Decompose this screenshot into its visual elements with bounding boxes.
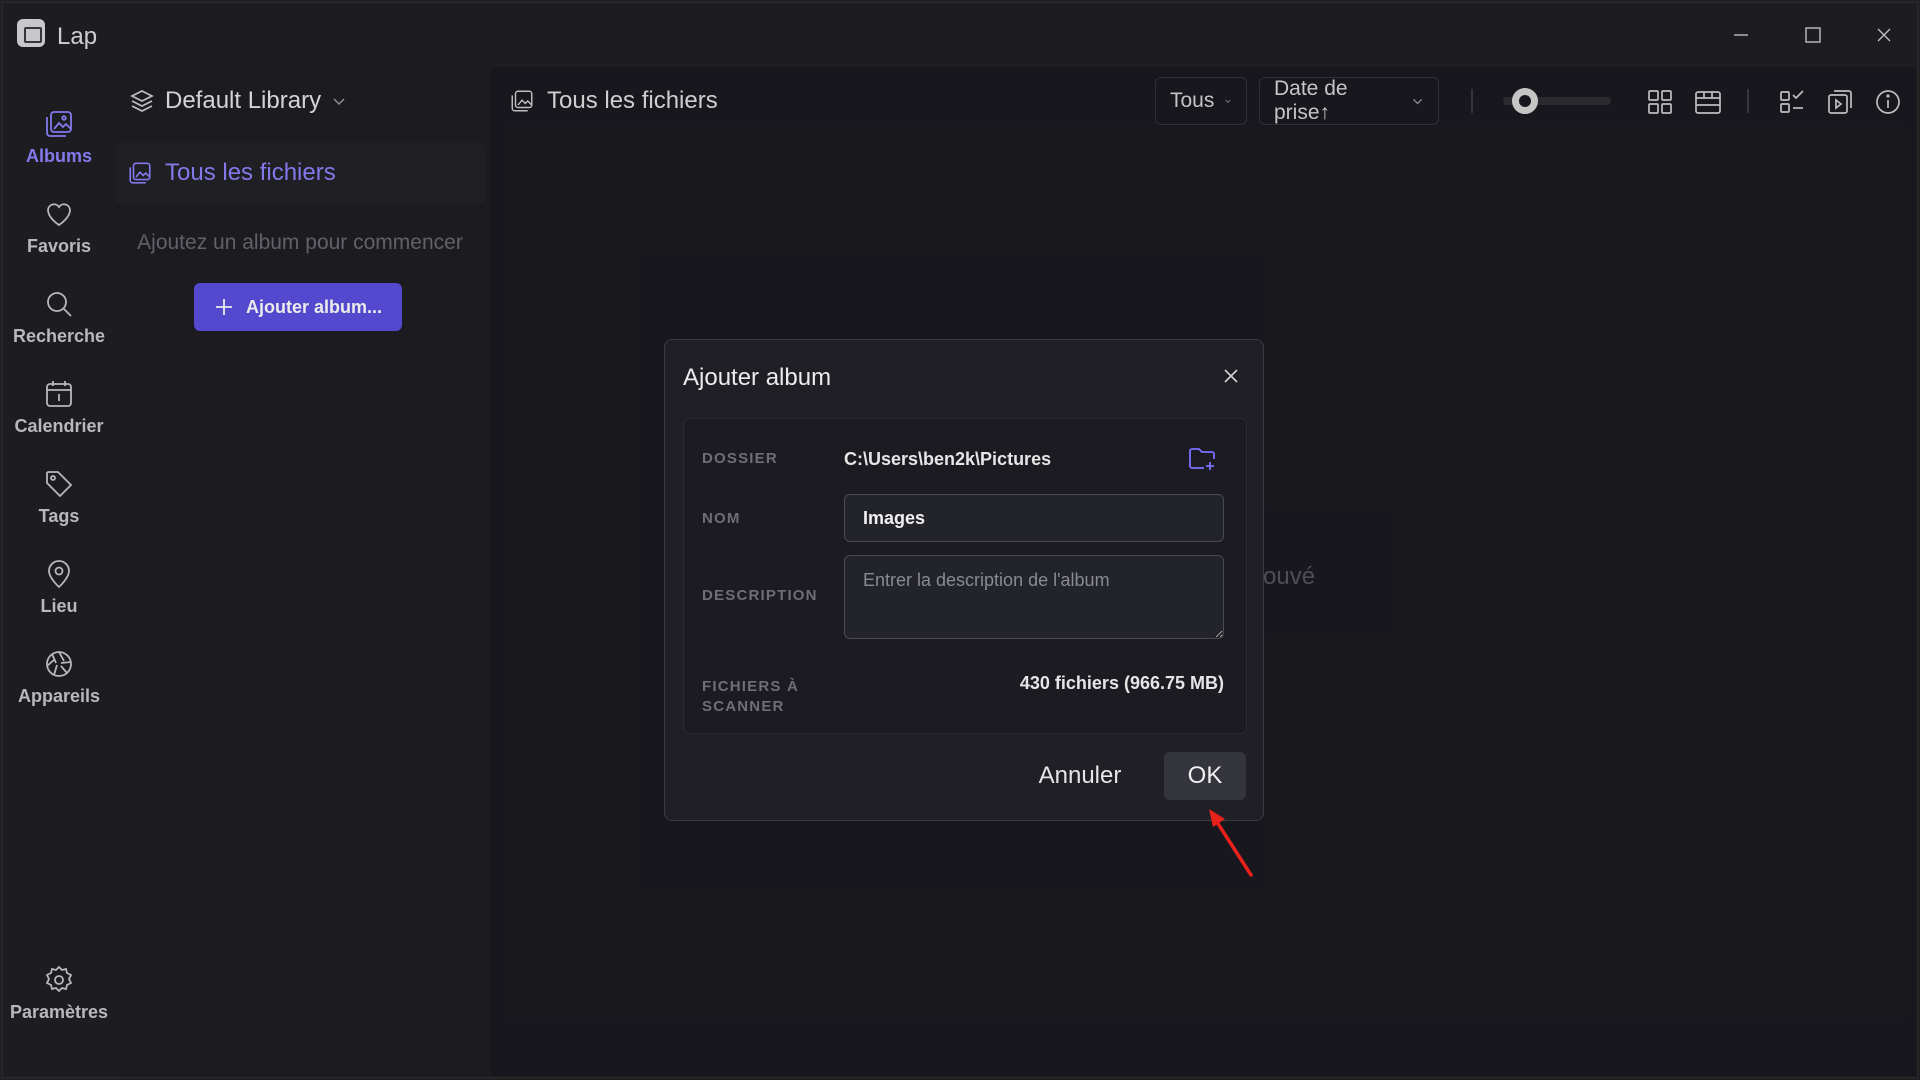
add-album-dialog: Ajouter album DOSSIER C:\Users\ben2k\Pic… bbox=[664, 339, 1264, 821]
description-label: DESCRIPTION bbox=[702, 587, 818, 604]
dialog-title: Ajouter album bbox=[683, 364, 832, 391]
album-description-input[interactable] bbox=[844, 555, 1224, 639]
name-label: NOM bbox=[702, 510, 741, 527]
ok-button[interactable]: OK bbox=[1164, 752, 1246, 800]
album-name-input[interactable] bbox=[844, 494, 1224, 542]
annotation-arrow-icon bbox=[1209, 809, 1253, 877]
dialog-form-panel: DOSSIER C:\Users\ben2k\Pictures NOM DESC… bbox=[683, 418, 1247, 734]
cancel-button[interactable]: Annuler bbox=[1025, 752, 1135, 800]
files-to-scan-label: FICHIERS À SCANNER bbox=[702, 678, 800, 715]
folder-label: DOSSIER bbox=[702, 450, 778, 467]
app-window: Lap Albums Favoris Recherche Calendrier … bbox=[2, 2, 1918, 1078]
folder-path: C:\Users\ben2k\Pictures bbox=[844, 449, 1052, 469]
folder-add-icon[interactable] bbox=[1187, 443, 1217, 473]
files-to-scan-value: 430 fichiers (966.75 MB) bbox=[1019, 673, 1224, 693]
close-dialog-icon[interactable] bbox=[1219, 364, 1243, 388]
